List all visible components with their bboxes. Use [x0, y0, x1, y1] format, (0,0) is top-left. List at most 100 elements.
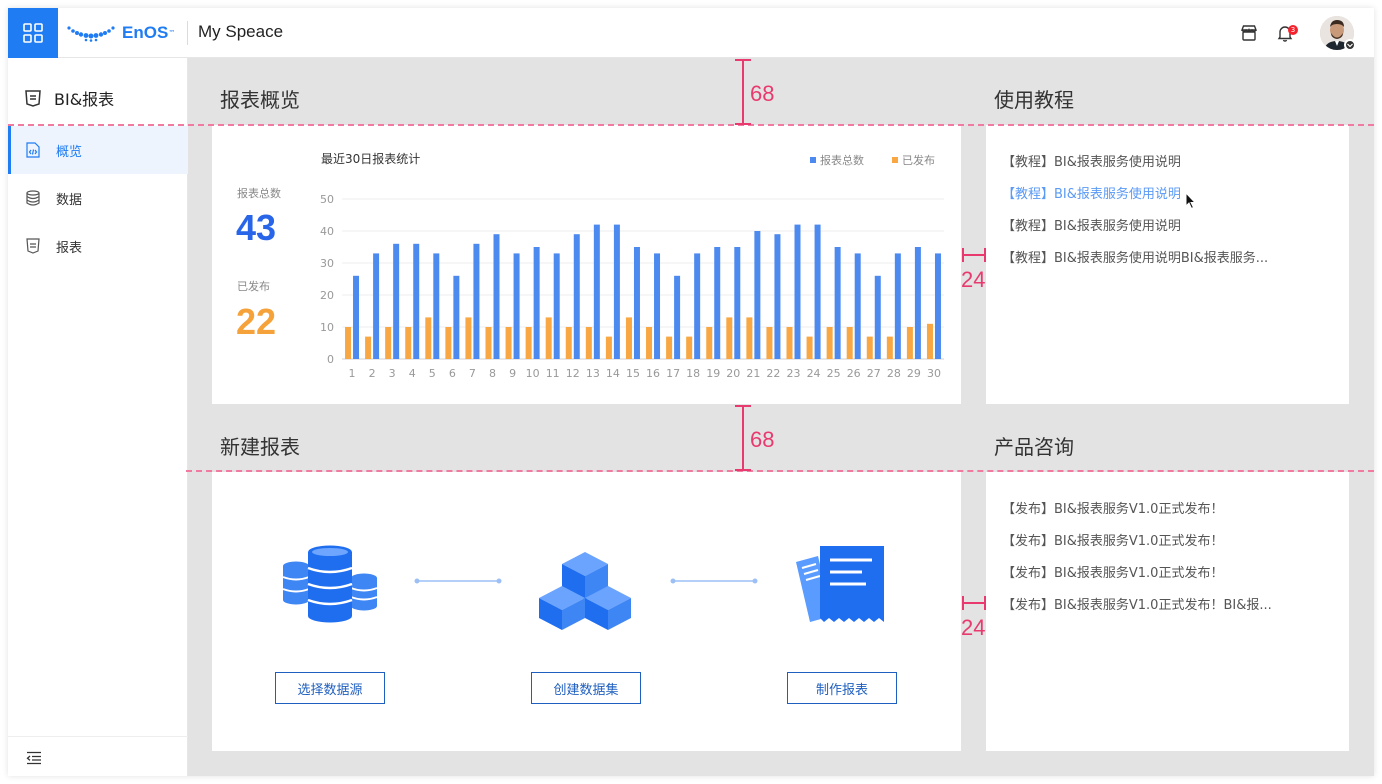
total-reports-value: 43: [236, 207, 277, 248]
create-dataset-button[interactable]: 创建数据集: [531, 672, 641, 704]
bar-published: [465, 317, 472, 359]
spacing-marker-top: [742, 59, 744, 125]
bar-published: [405, 327, 412, 359]
bar-published: [445, 327, 452, 359]
sidebar-item-label: 概览: [56, 144, 83, 160]
sidebar: BI&报表 概览 数据 报表: [8, 58, 188, 776]
collapse-menu-icon[interactable]: [26, 751, 42, 765]
bar-total: [353, 275, 360, 359]
x-tick-label: 30: [927, 367, 941, 380]
tutorial-link[interactable]: 【教程】BI&报表服务使用说明: [1002, 215, 1181, 234]
bar-total: [473, 243, 480, 359]
x-tick-label: 28: [887, 367, 901, 380]
x-tick-label: 5: [429, 367, 436, 380]
app-launcher-button[interactable]: [8, 8, 58, 58]
guide-line-top: [8, 124, 1374, 126]
published-label: 已发布: [237, 280, 270, 293]
bar-published: [866, 336, 873, 359]
x-tick-label: 18: [686, 367, 700, 380]
spacing-label-middle: 68: [750, 427, 775, 452]
make-report-button[interactable]: 制作报表: [787, 672, 897, 704]
tutorial-card: 【教程】BI&报表服务使用说明 【教程】BI&报表服务使用说明 【教程】BI&报…: [986, 125, 1349, 404]
bar-total: [654, 253, 661, 359]
bar-published: [826, 327, 833, 359]
legend-item-total: 报表总数: [810, 152, 864, 168]
x-tick-label: 29: [907, 367, 921, 380]
y-tick-label: 50: [320, 193, 334, 206]
sidebar-footer: [8, 736, 188, 776]
bar-total: [433, 253, 440, 359]
padding-marker-cap: [962, 596, 964, 610]
x-tick-label: 13: [586, 367, 600, 380]
x-tick-label: 8: [489, 367, 496, 380]
store-icon[interactable]: [1239, 23, 1259, 43]
legend-swatch-total: [810, 157, 816, 163]
consult-card: 【发布】BI&报表服务V1.0正式发布！ 【发布】BI&报表服务V1.0正式发布…: [986, 472, 1349, 751]
spacing-marker-cap: [735, 59, 751, 61]
guide-line-middle: [186, 470, 1374, 472]
x-tick-label: 11: [546, 367, 560, 380]
tutorial-link[interactable]: 【教程】BI&报表服务使用说明: [1002, 151, 1181, 170]
avatar-menu-indicator[interactable]: [1344, 39, 1356, 51]
logo-trademark: ™: [168, 29, 176, 37]
bar-published: [625, 317, 632, 359]
report-icon: [26, 238, 40, 254]
padding-marker-consult: [962, 602, 986, 604]
bar-published: [666, 336, 673, 359]
bar-total: [754, 231, 761, 359]
consult-link[interactable]: 【发布】BI&报表服务V1.0正式发布！: [1002, 498, 1223, 517]
cubes-icon: [539, 552, 631, 630]
legend-swatch-published: [892, 157, 898, 163]
bar-total: [674, 275, 681, 359]
bar-total: [834, 247, 841, 359]
bar-total: [373, 253, 380, 359]
consult-link[interactable]: 【发布】BI&报表服务V1.0正式发布！BI&报...: [1002, 594, 1272, 613]
bar-published: [485, 327, 492, 359]
database-icon: [26, 190, 40, 206]
select-datasource-button[interactable]: 选择数据源: [275, 672, 385, 704]
bar-published: [545, 317, 552, 359]
x-tick-label: 25: [827, 367, 841, 380]
bar-total: [553, 253, 560, 359]
y-tick-label: 10: [320, 321, 334, 334]
tutorial-link[interactable]: 【教程】BI&报表服务使用说明BI&报表服务...: [1002, 247, 1268, 266]
bar-published: [806, 336, 813, 359]
x-tick-label: 12: [566, 367, 580, 380]
sidebar-item-label: 数据: [56, 192, 83, 208]
published-value: 22: [236, 301, 277, 342]
tutorial-link[interactable]: 【教程】BI&报表服务使用说明: [1002, 183, 1181, 202]
bar-total: [513, 253, 520, 359]
code-file-icon: [26, 142, 40, 158]
x-tick-label: 19: [706, 367, 720, 380]
x-tick-label: 16: [646, 367, 660, 380]
x-tick-label: 4: [409, 367, 416, 380]
logo-text: EnOS: [122, 23, 169, 42]
database-stack-icon: [282, 545, 378, 623]
x-tick-label: 9: [509, 367, 516, 380]
consult-link[interactable]: 【发布】BI&报表服务V1.0正式发布！: [1002, 530, 1223, 549]
x-tick-label: 23: [787, 367, 801, 380]
header-divider: [187, 21, 188, 45]
x-tick-label: 10: [526, 367, 540, 380]
bar-published: [565, 327, 572, 359]
spacing-label-top: 68: [750, 81, 775, 106]
bar-total: [714, 247, 721, 359]
grid-apps-icon: [23, 23, 43, 43]
tutorial-section-title: 使用教程: [994, 88, 1074, 112]
bar-total: [493, 234, 500, 359]
sidebar-item-overview[interactable]: 概览: [8, 126, 188, 174]
x-tick-label: 17: [666, 367, 680, 380]
spacing-marker-middle: [742, 405, 744, 471]
sidebar-item-reports[interactable]: 报表: [8, 222, 188, 270]
consult-link[interactable]: 【发布】BI&报表服务V1.0正式发布！: [1002, 562, 1223, 581]
padding-marker-cap: [984, 596, 986, 610]
bar-published: [646, 327, 653, 359]
x-tick-label: 20: [726, 367, 740, 380]
sidebar-item-data[interactable]: 数据: [8, 174, 188, 222]
y-tick-label: 0: [327, 353, 334, 366]
bar-published: [906, 327, 913, 359]
padding-label-tutorial: 24: [961, 267, 986, 292]
bar-total: [854, 253, 861, 359]
total-reports-label: 报表总数: [237, 187, 281, 200]
bar-total: [613, 224, 620, 359]
